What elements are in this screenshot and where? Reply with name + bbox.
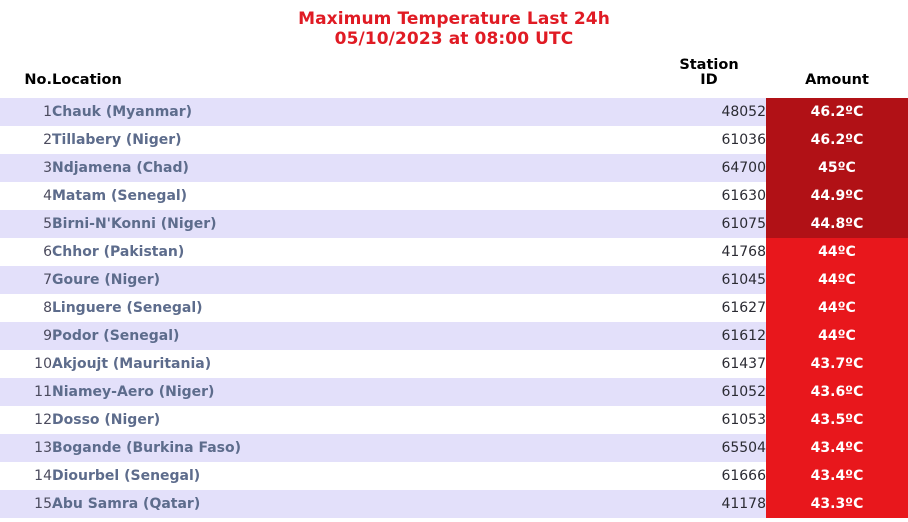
cell-rank-number: 13 bbox=[0, 434, 52, 462]
cell-rank-number: 4 bbox=[0, 182, 52, 210]
cell-amount: 44.9ºC bbox=[766, 182, 908, 210]
table-row: 7 Goure (Niger) 61045 44ºC bbox=[0, 266, 908, 294]
cell-amount: 44ºC bbox=[766, 266, 908, 294]
table-row: 14 Diourbel (Senegal) 61666 43.4ºC bbox=[0, 462, 908, 490]
ranking-table: No. Location Station ID Amount 1 Chauk (M… bbox=[0, 58, 908, 518]
cell-station-id: 61627 bbox=[652, 294, 766, 322]
column-header-station-id: Station ID bbox=[652, 58, 766, 98]
cell-rank-number: 3 bbox=[0, 154, 52, 182]
cell-amount: 44.8ºC bbox=[766, 210, 908, 238]
table-row: 13 Bogande (Burkina Faso) 65504 43.4ºC bbox=[0, 434, 908, 462]
cell-amount: 44ºC bbox=[766, 322, 908, 350]
cell-amount: 45ºC bbox=[766, 154, 908, 182]
table-header-row: No. Location Station ID Amount bbox=[0, 58, 908, 98]
cell-rank-number: 14 bbox=[0, 462, 52, 490]
column-header-location: Location bbox=[52, 72, 122, 88]
cell-location: Birni-N'Konni (Niger) bbox=[52, 210, 652, 238]
table-row: 8 Linguere (Senegal) 61627 44ºC bbox=[0, 294, 908, 322]
cell-station-id: 41178 bbox=[652, 490, 766, 518]
cell-amount: 43.5ºC bbox=[766, 406, 908, 434]
cell-rank-number: 8 bbox=[0, 294, 52, 322]
cell-location: Linguere (Senegal) bbox=[52, 294, 652, 322]
cell-location: Chauk (Myanmar) bbox=[52, 98, 652, 126]
cell-rank-number: 9 bbox=[0, 322, 52, 350]
cell-station-id: 61630 bbox=[652, 182, 766, 210]
column-header-no: No. bbox=[24, 72, 52, 88]
cell-location: Akjoujt (Mauritania) bbox=[52, 350, 652, 378]
cell-rank-number: 7 bbox=[0, 266, 52, 294]
cell-station-id: 41768 bbox=[652, 238, 766, 266]
cell-rank-number: 11 bbox=[0, 378, 52, 406]
cell-location: Ndjamena (Chad) bbox=[52, 154, 652, 182]
cell-location: Niamey-Aero (Niger) bbox=[52, 378, 652, 406]
table-row: 3 Ndjamena (Chad) 64700 45ºC bbox=[0, 154, 908, 182]
table-row: 15 Abu Samra (Qatar) 41178 43.3ºC bbox=[0, 490, 908, 518]
column-header-station-id-line-2: ID bbox=[700, 72, 718, 88]
cell-rank-number: 6 bbox=[0, 238, 52, 266]
column-header-amount: Amount bbox=[805, 72, 869, 88]
cell-amount: 43.6ºC bbox=[766, 378, 908, 406]
cell-station-id: 64700 bbox=[652, 154, 766, 182]
table-row: 1 Chauk (Myanmar) 48052 46.2ºC bbox=[0, 98, 908, 126]
cell-station-id: 61666 bbox=[652, 462, 766, 490]
cell-station-id: 61052 bbox=[652, 378, 766, 406]
cell-amount: 44ºC bbox=[766, 238, 908, 266]
cell-location: Podor (Senegal) bbox=[52, 322, 652, 350]
cell-location: Matam (Senegal) bbox=[52, 182, 652, 210]
cell-amount: 43.4ºC bbox=[766, 462, 908, 490]
page-title-line-2: 05/10/2023 at 08:00 UTC bbox=[334, 29, 574, 49]
table-row: 4 Matam (Senegal) 61630 44.9ºC bbox=[0, 182, 908, 210]
table-body: 1 Chauk (Myanmar) 48052 46.2ºC 2 Tillabery (N… bbox=[0, 98, 908, 518]
table-row: 11 Niamey-Aero (Niger) 61052 43.6ºC bbox=[0, 378, 908, 406]
cell-amount: 46.2ºC bbox=[766, 98, 908, 126]
table-row: 12 Dosso (Niger) 61053 43.5ºC bbox=[0, 406, 908, 434]
cell-location: Goure (Niger) bbox=[52, 266, 652, 294]
cell-station-id: 61075 bbox=[652, 210, 766, 238]
table-row: 2 Tillabery (Niger) 61036 46.2ºC bbox=[0, 126, 908, 154]
cell-station-id: 61612 bbox=[652, 322, 766, 350]
cell-amount: 46.2ºC bbox=[766, 126, 908, 154]
cell-location: Bogande (Burkina Faso) bbox=[52, 434, 652, 462]
cell-station-id: 48052 bbox=[652, 98, 766, 126]
page-title-line-1: Maximum Temperature Last 24h bbox=[298, 9, 610, 29]
cell-rank-number: 10 bbox=[0, 350, 52, 378]
cell-rank-number: 5 bbox=[0, 210, 52, 238]
cell-location: Dosso (Niger) bbox=[52, 406, 652, 434]
cell-rank-number: 12 bbox=[0, 406, 52, 434]
cell-station-id: 61045 bbox=[652, 266, 766, 294]
cell-amount: 43.4ºC bbox=[766, 434, 908, 462]
table-row: 5 Birni-N'Konni (Niger) 61075 44.8ºC bbox=[0, 210, 908, 238]
table-row: 10 Akjoujt (Mauritania) 61437 43.7ºC bbox=[0, 350, 908, 378]
table-row: 6 Chhor (Pakistan) 41768 44ºC bbox=[0, 238, 908, 266]
cell-location: Chhor (Pakistan) bbox=[52, 238, 652, 266]
cell-location: Diourbel (Senegal) bbox=[52, 462, 652, 490]
ranking-table-wrapper: No. Location Station ID Amount 1 Chauk (M… bbox=[0, 58, 908, 518]
table-header: No. Location Station ID Amount bbox=[0, 58, 908, 98]
cell-amount: 44ºC bbox=[766, 294, 908, 322]
cell-rank-number: 1 bbox=[0, 98, 52, 126]
page-title: Maximum Temperature Last 24h 05/10/2023 … bbox=[0, 9, 908, 49]
cell-station-id: 65504 bbox=[652, 434, 766, 462]
cell-amount: 43.3ºC bbox=[766, 490, 908, 518]
cell-location: Abu Samra (Qatar) bbox=[52, 490, 652, 518]
column-header-station-id-line-1: Station bbox=[679, 57, 739, 73]
cell-rank-number: 15 bbox=[0, 490, 52, 518]
temperature-ranking-page: Maximum Temperature Last 24h 05/10/2023 … bbox=[0, 0, 908, 522]
cell-amount: 43.7ºC bbox=[766, 350, 908, 378]
cell-station-id: 61036 bbox=[652, 126, 766, 154]
cell-station-id: 61053 bbox=[652, 406, 766, 434]
cell-location: Tillabery (Niger) bbox=[52, 126, 652, 154]
cell-station-id: 61437 bbox=[652, 350, 766, 378]
table-row: 9 Podor (Senegal) 61612 44ºC bbox=[0, 322, 908, 350]
cell-rank-number: 2 bbox=[0, 126, 52, 154]
